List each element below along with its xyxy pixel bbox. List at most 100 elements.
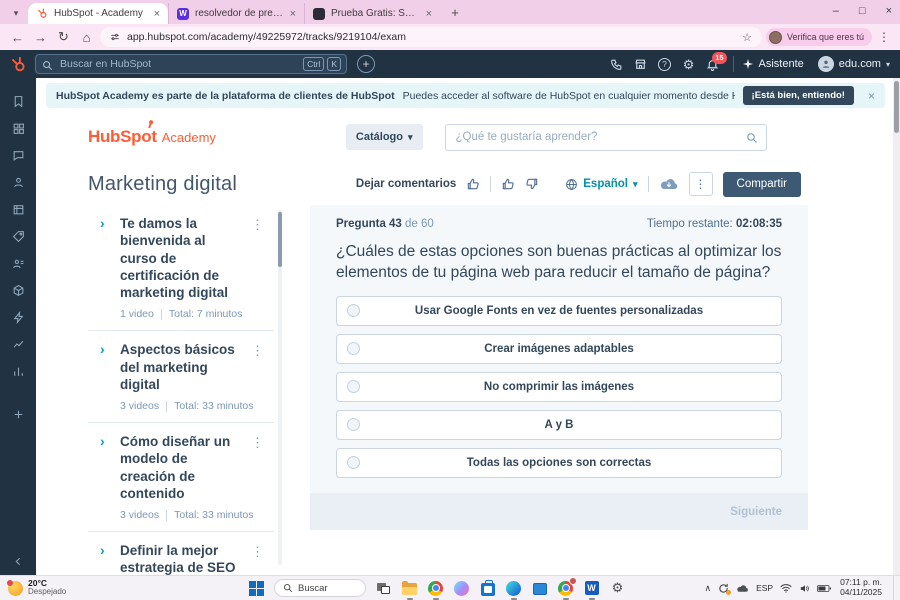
forward-icon[interactable]: → [31, 30, 50, 45]
next-button[interactable]: Siguiente [730, 506, 782, 518]
rail-conversations-icon[interactable] [5, 142, 31, 168]
academy-search-input[interactable] [444, 123, 767, 151]
language-selector[interactable]: Español ▾ [565, 178, 638, 191]
answer-option-2[interactable]: Crear imágenes adaptables [336, 333, 782, 364]
window-maximize-button[interactable]: □ [859, 5, 866, 17]
quick-create-button[interactable]: + [357, 55, 375, 73]
browser-menu-icon[interactable]: ⋮ [876, 30, 892, 44]
course-item-2[interactable]: › Aspectos básicos del marketing digital… [88, 331, 274, 424]
settings-app-button[interactable]: ⚙ [609, 580, 626, 597]
more-options-button[interactable]: ⋮ [688, 172, 713, 196]
notifications-bell-icon[interactable]: 15 [701, 51, 727, 71]
verify-profile-button[interactable]: Verifica que eres tú [765, 28, 872, 46]
chrome-button[interactable] [427, 580, 444, 600]
tab-search-icon[interactable]: ▾ [8, 5, 24, 21]
store-button[interactable] [479, 579, 496, 597]
course-item-menu-icon[interactable]: ⋮ [251, 217, 264, 233]
rail-analytics-icon[interactable] [5, 358, 31, 384]
battery-icon[interactable] [817, 584, 832, 593]
answer-option-3[interactable]: No comprimir las imágenes [336, 371, 782, 402]
file-explorer-button[interactable] [401, 580, 418, 600]
back-icon[interactable]: ← [8, 30, 27, 45]
rail-add-icon[interactable] [5, 401, 31, 427]
page-scrollbar-thumb[interactable] [894, 81, 899, 133]
marketplace-icon[interactable] [629, 58, 653, 71]
course-item-3[interactable]: › Cómo diseñar un modelo de creación de … [88, 423, 274, 533]
banner-close-icon[interactable]: × [868, 89, 875, 103]
copilot-button[interactable] [453, 580, 470, 597]
share-button[interactable]: Compartir [722, 171, 801, 197]
help-icon[interactable]: ? [653, 57, 677, 71]
rail-workspaces-icon[interactable] [5, 115, 31, 141]
course-item-4[interactable]: › Definir la mejor estrategia de SEO par… [88, 532, 274, 575]
rail-library-icon[interactable] [5, 196, 31, 222]
course-item-menu-icon[interactable]: ⋮ [251, 343, 264, 359]
sidebar-scrollbar-thumb[interactable] [278, 212, 282, 267]
answer-option-5[interactable]: Todas las opciones son correctas [336, 447, 782, 478]
window-minimize-button[interactable]: – [833, 5, 839, 17]
answer-option-4[interactable]: A y B [336, 409, 782, 440]
rail-collapse-icon[interactable] [5, 548, 31, 574]
rail-bookmark-icon[interactable] [5, 88, 31, 114]
chevron-right-icon[interactable]: › [100, 433, 105, 449]
reload-icon[interactable]: ↻ [54, 29, 73, 45]
site-info-icon[interactable] [110, 32, 120, 42]
chevron-right-icon[interactable]: › [100, 341, 105, 357]
chrome-profile-button[interactable] [557, 576, 577, 600]
home-icon[interactable]: ⌂ [77, 30, 96, 45]
browser-tab-2[interactable]: W resolvedor de preguntas conca × [168, 3, 304, 24]
start-button[interactable] [248, 580, 265, 597]
bookmark-star-icon[interactable]: ☆ [742, 31, 752, 44]
language-indicator[interactable]: ESP [756, 583, 773, 593]
rail-crm-icon[interactable] [5, 169, 31, 195]
rail-data-icon[interactable] [5, 277, 31, 303]
course-item-1[interactable]: › Te damos la bienvenida al curso de cer… [88, 205, 274, 332]
tab-close-icon[interactable]: × [154, 8, 160, 20]
cloud-download-icon[interactable] [659, 177, 679, 191]
thumbs-down-icon[interactable] [525, 177, 539, 191]
hubspot-search[interactable]: Ctrl K [35, 54, 347, 74]
rail-contacts-icon[interactable] [5, 250, 31, 276]
settings-gear-icon[interactable]: ⚙ [677, 58, 701, 71]
assistant-button[interactable]: Asistente [742, 58, 804, 70]
course-item-menu-icon[interactable]: ⋮ [251, 435, 264, 451]
taskbar-clock[interactable]: 07:11 p. m. 04/11/2025 [840, 577, 882, 598]
banner-dismiss-button[interactable]: ¡Está bien, entiendo! [742, 86, 854, 105]
course-item-menu-icon[interactable]: ⋮ [251, 544, 264, 560]
rail-automation-icon[interactable] [5, 304, 31, 330]
display-app-button[interactable] [531, 580, 548, 597]
hubspot-search-input[interactable] [35, 54, 347, 74]
browser-tab-active[interactable]: HubSpot - Academy × [28, 3, 168, 24]
chevron-right-icon[interactable]: › [100, 215, 105, 231]
url-bar[interactable]: app.hubspot.com/academy/49225972/tracks/… [100, 27, 762, 47]
feedback-thumb-icon[interactable] [466, 177, 480, 191]
answer-option-1[interactable]: Usar Google Fonts en vez de fuentes pers… [336, 295, 782, 326]
calling-icon[interactable] [605, 58, 629, 71]
tab-close-icon[interactable]: × [290, 8, 296, 20]
url-text[interactable]: app.hubspot.com/academy/49225972/tracks/… [127, 31, 735, 43]
rail-reporting-icon[interactable] [5, 331, 31, 357]
page-scrollbar[interactable] [893, 78, 900, 575]
show-desktop-button[interactable] [893, 576, 896, 600]
chevron-right-icon[interactable]: › [100, 542, 105, 558]
tray-expand-icon[interactable]: ∧ [704, 583, 711, 594]
browser-tab-3[interactable]: Prueba Gratis: Solucionador de × [304, 3, 440, 24]
new-tab-button[interactable]: + [446, 3, 464, 21]
taskbar-search[interactable]: Buscar [274, 579, 366, 597]
onedrive-cloud-icon[interactable] [736, 584, 749, 593]
task-view-button[interactable] [375, 580, 392, 597]
account-menu[interactable]: edu.com ▾ [817, 56, 890, 72]
wifi-icon[interactable] [780, 583, 792, 593]
window-close-button[interactable]: × [886, 5, 892, 17]
sync-icon[interactable] [718, 583, 732, 595]
volume-icon[interactable] [799, 583, 810, 594]
edge-button[interactable] [505, 580, 522, 600]
academy-logo[interactable]: HubSpot Academy [88, 122, 216, 147]
feedback-label[interactable]: Dejar comentarios [356, 178, 456, 190]
sidebar-scrollbar[interactable] [278, 210, 282, 565]
word-button[interactable]: W [583, 580, 600, 600]
taskbar-weather-widget[interactable]: 20°C Despejado [7, 579, 248, 596]
tab-close-icon[interactable]: × [426, 8, 432, 20]
hubspot-sprocket-icon[interactable] [10, 56, 27, 73]
rail-commerce-icon[interactable] [5, 223, 31, 249]
